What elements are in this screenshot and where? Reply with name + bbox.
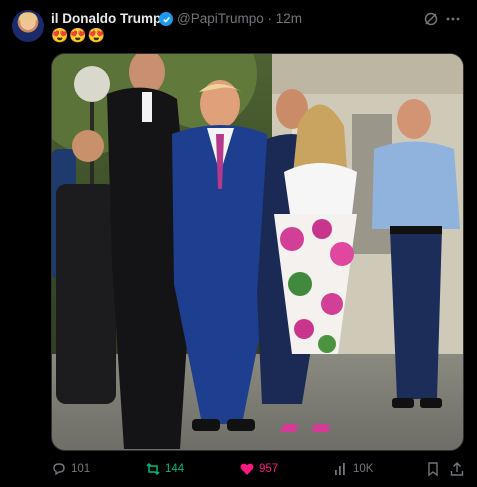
tweet-header: il Donaldo Trumpo @PapiTrumpo · 12m — [51, 10, 461, 30]
repost-count: 144 — [165, 463, 185, 475]
views-count: 10K — [353, 463, 374, 475]
grok-icon[interactable] — [423, 11, 439, 27]
display-name[interactable]: il Donaldo Trumpo — [51, 11, 170, 26]
handle-and-time[interactable]: @PapiTrumpo · 12m — [177, 11, 302, 26]
views-icon — [335, 463, 345, 475]
tweet-actions: 101 144 957 10K — [51, 460, 465, 478]
tweet-photo[interactable] — [51, 53, 464, 451]
share-icon — [450, 462, 464, 476]
reply-button[interactable]: 101 — [51, 460, 90, 478]
reply-count: 101 — [71, 463, 91, 475]
reply-icon — [53, 463, 65, 476]
like-count: 957 — [259, 463, 279, 475]
bookmark-icon — [428, 462, 438, 477]
views-button[interactable]: 10K — [333, 460, 373, 478]
tweet-text: 😍😍😍 — [51, 27, 107, 43]
heart-icon — [240, 463, 254, 475]
more-icon[interactable] — [445, 11, 461, 27]
repost-icon — [146, 462, 160, 476]
share-button[interactable] — [449, 460, 465, 478]
verified-badge-icon — [159, 12, 173, 26]
handle[interactable]: @PapiTrumpo — [177, 11, 264, 26]
like-button[interactable]: 957 — [239, 460, 278, 478]
repost-button[interactable]: 144 — [145, 460, 184, 478]
timestamp[interactable]: 12m — [276, 11, 302, 26]
photo-illustration — [52, 54, 463, 450]
avatar[interactable] — [12, 10, 44, 42]
separator: · — [267, 11, 273, 26]
bookmark-button[interactable] — [425, 460, 441, 478]
